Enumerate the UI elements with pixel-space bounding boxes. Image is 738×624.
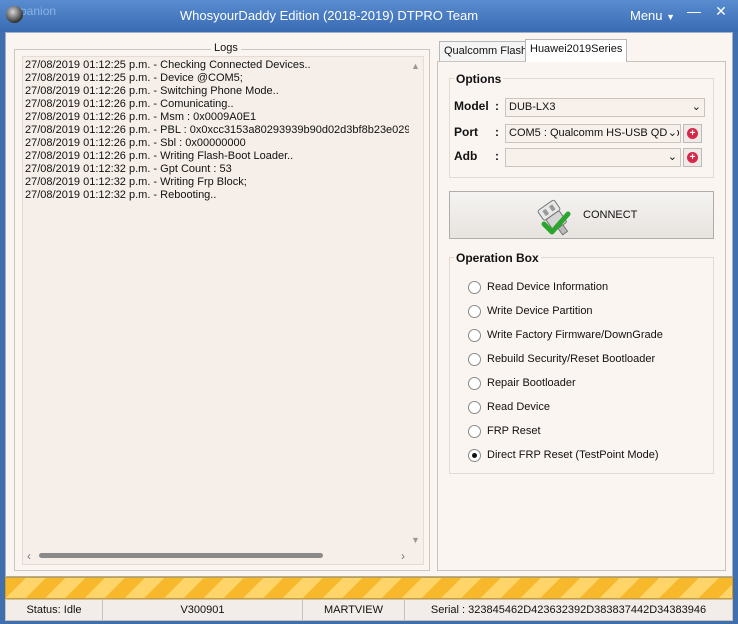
radio-button[interactable]	[468, 329, 481, 342]
options-group: Options Model : DUB-LX3 ⌄ Port : COM5 : …	[449, 72, 714, 178]
radio-button[interactable]	[468, 305, 481, 318]
main-window: Logs 27/08/2019 01:12:25 p.m. - Checking…	[5, 32, 733, 577]
close-button[interactable]: ✕	[710, 2, 732, 22]
port-separator: :	[495, 125, 499, 139]
log-line: 27/08/2019 01:12:26 p.m. - PBL : 0x0xcc3…	[25, 124, 409, 136]
tab-huawei2019series[interactable]: Huawei2019Series	[525, 39, 628, 62]
scroll-right-icon[interactable]: ›	[401, 549, 405, 563]
model-select[interactable]: DUB-LX3 ⌄	[505, 98, 705, 117]
log-line: 27/08/2019 01:12:26 p.m. - Switching Pho…	[25, 85, 279, 97]
chevron-down-icon: ▼	[666, 12, 676, 22]
serial-text: Serial : 323845462D423632392D383837442D3…	[430, 604, 707, 616]
connect-button[interactable]: CONNECT	[449, 191, 714, 239]
port-label: Port	[454, 125, 478, 139]
log-line: 27/08/2019 01:12:32 p.m. - Rebooting..	[25, 189, 217, 201]
operation-option-label: Direct FRP Reset (TestPoint Mode)	[487, 449, 659, 461]
author-text: MARTVIEW	[303, 600, 405, 620]
adb-select[interactable]: ⌄	[505, 148, 681, 167]
scroll-down-icon[interactable]: ▼	[410, 535, 421, 545]
options-title: Options	[454, 72, 504, 86]
log-line: 27/08/2019 01:12:25 p.m. - Device @COM5;	[25, 72, 243, 84]
log-line: 27/08/2019 01:12:26 p.m. - Writing Flash…	[25, 150, 294, 162]
logs-legend: Logs	[211, 42, 241, 54]
horizontal-scrollbar[interactable]: ‹ ›	[23, 547, 409, 564]
chevron-down-icon: ⌄	[667, 151, 677, 163]
menu-label: Menu	[630, 8, 663, 23]
radio-button[interactable]	[468, 353, 481, 366]
add-adb-button[interactable]: +	[683, 148, 702, 167]
model-value: DUB-LX3	[509, 101, 556, 113]
log-line: 27/08/2019 01:12:32 p.m. - Gpt Count : 5…	[25, 163, 232, 175]
scroll-up-icon[interactable]: ▲	[410, 61, 421, 71]
operation-option-label: Rebuild Security/Reset Bootloader	[487, 353, 656, 365]
operation-option-label: FRP Reset	[487, 425, 541, 437]
radio-button[interactable]	[468, 425, 481, 438]
title-bar: panion WhosyourDaddy Edition (2018-2019)…	[0, 0, 738, 32]
menu-button[interactable]: Menu ▼	[630, 8, 675, 23]
window-title: WhosyourDaddy Edition (2018-2019) DTPRO …	[179, 8, 479, 23]
log-line: 27/08/2019 01:12:25 p.m. - Checking Conn…	[25, 59, 311, 71]
adb-separator: :	[495, 149, 499, 163]
radio-button[interactable]	[468, 377, 481, 390]
add-port-button[interactable]: +	[683, 124, 702, 143]
tab-qualcomm-flash[interactable]: Qualcomm Flash	[439, 41, 533, 62]
operation-box-group: Operation Box Read Device Information Wri…	[449, 251, 714, 474]
chevron-down-icon: ⌄	[667, 126, 677, 139]
log-line: 27/08/2019 01:12:26 p.m. - Msm : 0x0009A…	[25, 111, 257, 123]
scrollbar-thumb[interactable]	[39, 553, 323, 558]
model-separator: :	[495, 99, 499, 113]
port-value: COM5 : Qualcomm HS-USB QDLoader	[509, 127, 680, 139]
log-line: 27/08/2019 01:12:26 p.m. - Comunicating.…	[25, 98, 234, 110]
scroll-left-icon[interactable]: ‹	[27, 549, 31, 563]
operation-box-title: Operation Box	[454, 251, 541, 265]
minimize-button[interactable]: —	[683, 2, 705, 22]
progress-bar	[5, 577, 733, 599]
operation-option-label: Write Device Partition	[487, 305, 593, 317]
plus-icon: +	[687, 128, 698, 139]
operation-option-label: Read Device Information	[487, 281, 609, 293]
vertical-scrollbar[interactable]: ▲ ▼	[408, 57, 423, 549]
log-lines: 27/08/2019 01:12:25 p.m. - Checking Conn…	[25, 59, 409, 545]
status-text: Status: Idle	[6, 600, 103, 620]
operation-option-label: Write Factory Firmware/DownGrade	[487, 329, 663, 341]
radio-button[interactable]	[468, 449, 481, 462]
huawei-tab-panel: Options Model : DUB-LX3 ⌄ Port : COM5 : …	[437, 61, 726, 571]
status-bar: Status: Idle V300901 MARTVIEW Serial : 3…	[5, 599, 733, 621]
radio-button[interactable]	[468, 281, 481, 294]
log-line: 27/08/2019 01:12:26 p.m. - Sbl : 0x00000…	[25, 137, 246, 149]
logs-group: Logs 27/08/2019 01:12:25 p.m. - Checking…	[14, 42, 430, 571]
plus-icon: +	[687, 152, 698, 163]
port-select[interactable]: COM5 : Qualcomm HS-USB QDLoader ⌄	[505, 124, 681, 143]
chevron-down-icon: ⌄	[691, 101, 701, 113]
operation-option-label: Repair Bootloader	[487, 377, 576, 389]
operation-option-label: Read Device	[487, 401, 550, 413]
logs-textbox[interactable]: 27/08/2019 01:12:25 p.m. - Checking Conn…	[22, 56, 424, 565]
radio-button[interactable]	[468, 401, 481, 414]
model-label: Model	[454, 99, 489, 113]
adb-label: Adb	[454, 149, 478, 163]
usb-connect-icon	[537, 199, 571, 236]
connect-label: CONNECT	[583, 209, 638, 221]
log-line: 27/08/2019 01:12:32 p.m. - Writing Frp B…	[25, 176, 247, 188]
version-text: V300901	[103, 600, 303, 620]
